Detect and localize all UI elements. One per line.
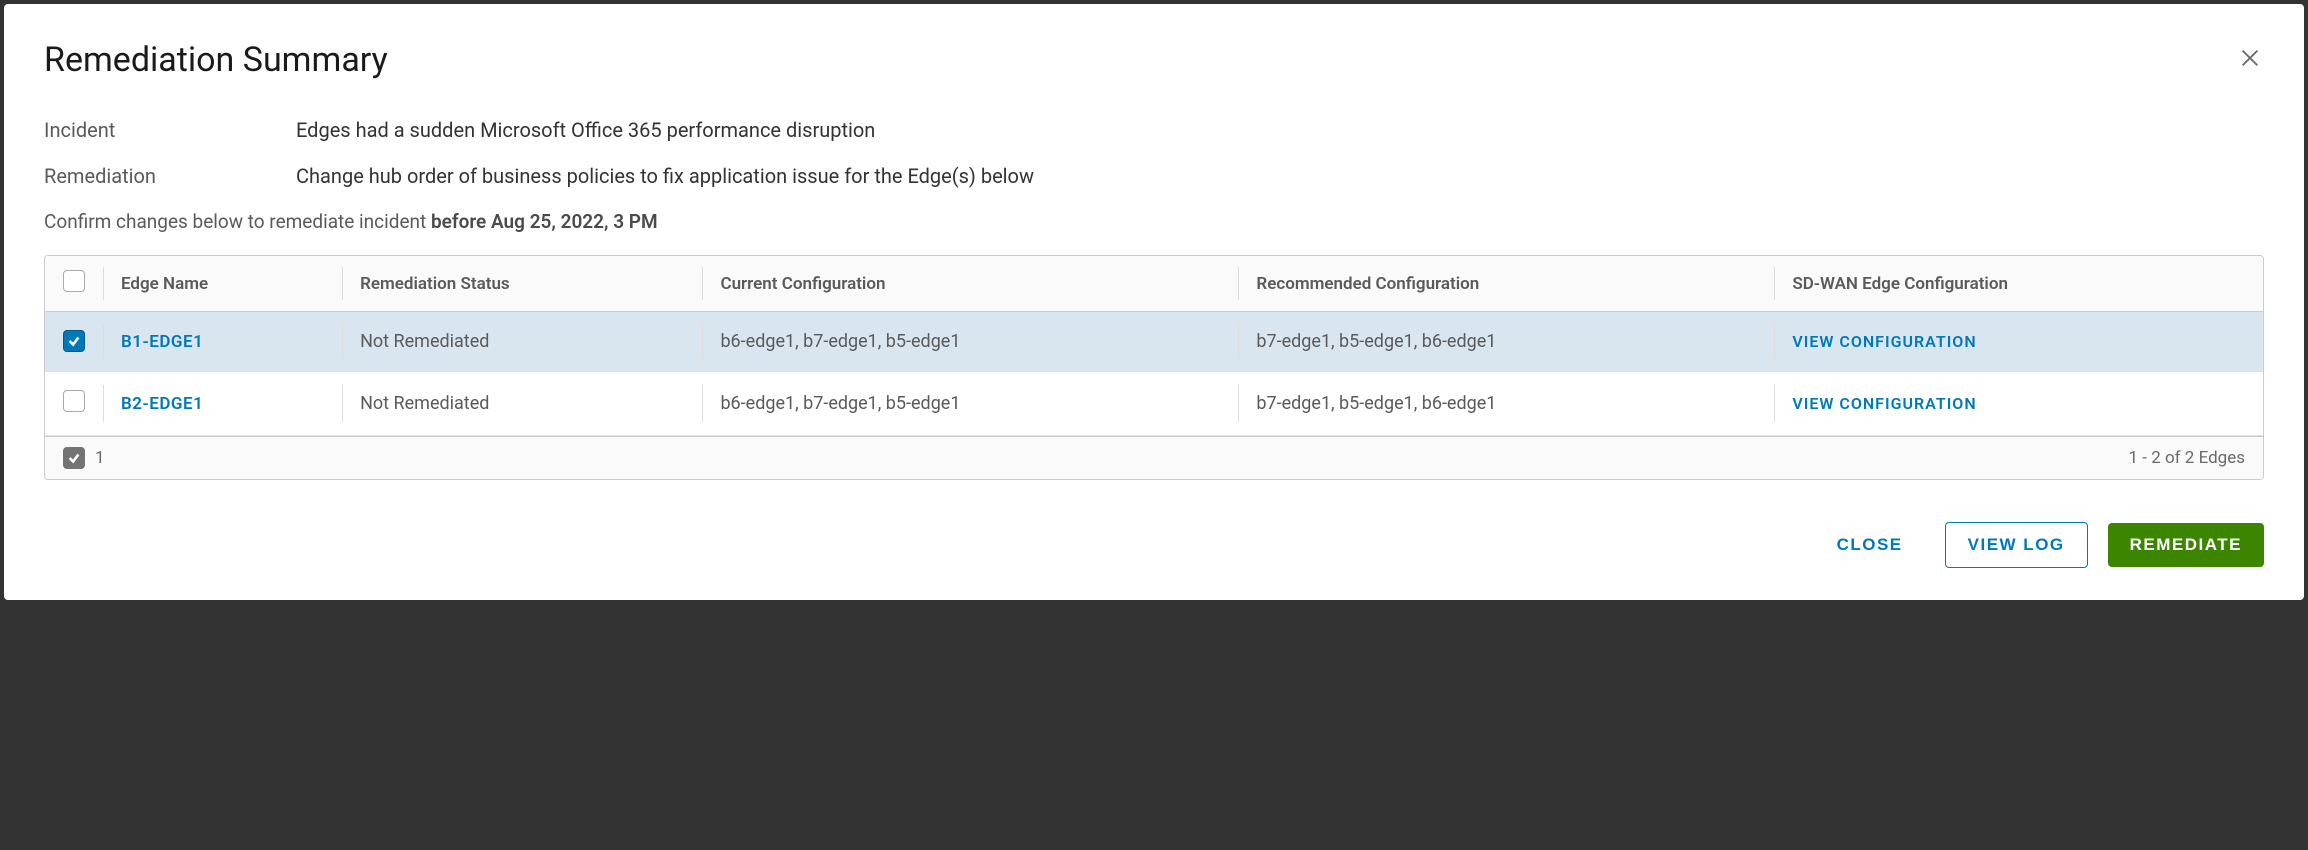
remediation-status-cell: Not Remediated	[342, 372, 702, 436]
current-config-cell: b6-edge1, b7-edge1, b5-edge1	[702, 312, 1238, 372]
edge-name-link[interactable]: B1-EDGE1	[121, 332, 203, 352]
view-log-button[interactable]: VIEW LOG	[1945, 522, 2088, 568]
view-configuration-link[interactable]: VIEW CONFIGURATION	[1792, 394, 1976, 413]
confirm-prefix: Confirm changes below to remediate incid…	[44, 210, 431, 233]
footer-selection: 1	[63, 447, 105, 469]
select-all-checkbox[interactable]	[63, 270, 85, 292]
recommended-config-cell: b7-edge1, b5-edge1, b6-edge1	[1238, 372, 1774, 436]
incident-value: Edges had a sudden Microsoft Office 365 …	[296, 118, 875, 142]
table-row[interactable]: B2-EDGE1 Not Remediated b6-edge1, b7-edg…	[45, 372, 2263, 436]
footer-checkbox-icon[interactable]	[63, 447, 85, 469]
confirm-deadline: before Aug 25, 2022, 3 PM	[431, 210, 658, 233]
header-remediation-status[interactable]: Remediation Status	[342, 256, 702, 312]
edge-name-cell: B2-EDGE1	[103, 372, 342, 436]
table-header-row: Edge Name Remediation Status Current Con…	[45, 256, 2263, 312]
table-footer: 1 1 - 2 of 2 Edges	[45, 436, 2263, 479]
modal-actions: CLOSE VIEW LOG REMEDIATE	[44, 522, 2264, 568]
header-current-config[interactable]: Current Configuration	[702, 256, 1238, 312]
close-button[interactable]: CLOSE	[1815, 523, 1925, 567]
table-row[interactable]: B1-EDGE1 Not Remediated b6-edge1, b7-edg…	[45, 312, 2263, 372]
edge-name-link[interactable]: B2-EDGE1	[121, 394, 203, 414]
edge-name-cell: B1-EDGE1	[103, 312, 342, 372]
sdwan-config-cell: VIEW CONFIGURATION	[1774, 372, 2263, 436]
header-edge-name[interactable]: Edge Name	[103, 256, 342, 312]
recommended-config-cell: b7-edge1, b5-edge1, b6-edge1	[1238, 312, 1774, 372]
remediation-status-cell: Not Remediated	[342, 312, 702, 372]
row-checkbox-cell	[45, 372, 103, 436]
view-configuration-link[interactable]: VIEW CONFIGURATION	[1792, 332, 1976, 351]
row-checkbox[interactable]	[63, 330, 85, 352]
header-checkbox-cell	[45, 256, 103, 312]
pagination-text: 1 - 2 of 2 Edges	[2129, 448, 2245, 468]
confirm-text: Confirm changes below to remediate incid…	[44, 210, 2264, 233]
header-sdwan-config[interactable]: SD-WAN Edge Configuration	[1774, 256, 2263, 312]
remediation-label: Remediation	[44, 164, 296, 188]
remediation-row: Remediation Change hub order of business…	[44, 164, 2264, 188]
close-icon[interactable]	[2238, 46, 2262, 70]
remediation-value: Change hub order of business policies to…	[296, 164, 1034, 188]
row-checkbox[interactable]	[63, 390, 85, 412]
incident-label: Incident	[44, 118, 296, 142]
edges-table: Edge Name Remediation Status Current Con…	[44, 255, 2264, 480]
selected-count: 1	[95, 448, 105, 468]
row-checkbox-cell	[45, 312, 103, 372]
incident-row: Incident Edges had a sudden Microsoft Of…	[44, 118, 2264, 142]
sdwan-config-cell: VIEW CONFIGURATION	[1774, 312, 2263, 372]
remediation-summary-modal: Remediation Summary Incident Edges had a…	[4, 4, 2304, 600]
remediate-button[interactable]: REMEDIATE	[2108, 523, 2264, 567]
header-recommended-config[interactable]: Recommended Configuration	[1238, 256, 1774, 312]
current-config-cell: b6-edge1, b7-edge1, b5-edge1	[702, 372, 1238, 436]
modal-title: Remediation Summary	[44, 40, 2264, 80]
